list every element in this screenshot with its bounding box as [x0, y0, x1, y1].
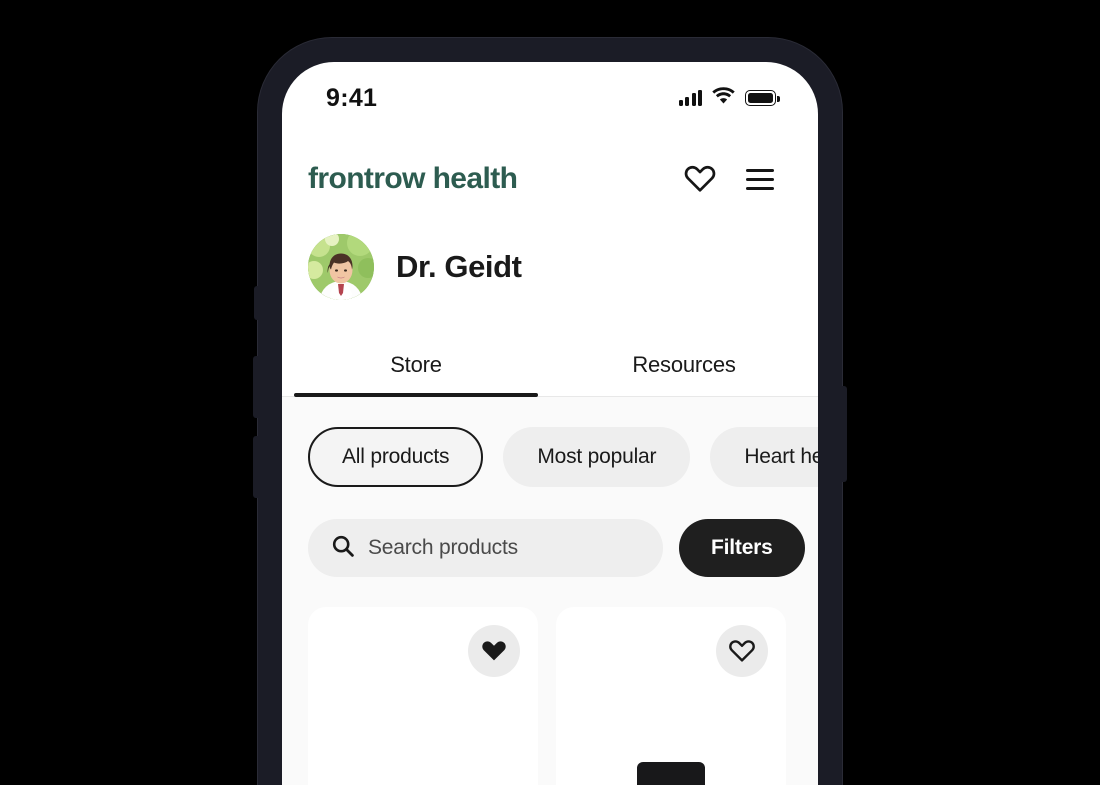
chip-heart-health[interactable]: Heart health — [710, 427, 818, 487]
tab-store[interactable]: Store — [282, 338, 550, 397]
search-row: Filters — [282, 487, 818, 577]
status-bar: 9:41 — [282, 62, 818, 120]
hamburger-menu-icon — [746, 168, 774, 190]
tab-bar: Store Resources — [282, 338, 818, 397]
search-input[interactable] — [368, 536, 639, 560]
store-content: All products Most popular Heart health — [282, 397, 818, 785]
profile-name: Dr. Geidt — [396, 249, 522, 284]
profile-row[interactable]: Dr. Geidt — [282, 196, 818, 300]
category-chip-row: All products Most popular Heart health — [282, 427, 818, 487]
silence-switch-button[interactable] — [254, 286, 260, 320]
avatar — [308, 234, 374, 300]
chip-all-products[interactable]: All products — [308, 427, 484, 487]
volume-down-button[interactable] — [253, 436, 260, 498]
product-card[interactable]: mindbodygreen sleep support+ magnesium b… — [556, 607, 786, 785]
status-bar-icons — [678, 87, 780, 109]
volume-up-button[interactable] — [253, 356, 260, 418]
product-card[interactable]: everlywell Food Sensitivity Comprehensiv… — [308, 607, 538, 785]
app-header: frontrow health — [282, 120, 818, 196]
screenshot-canvas: 9:41 frontrow health Dr. Geidt Store Res… — [0, 0, 1100, 785]
phone-device-frame: 9:41 frontrow health Dr. Geidt Store Res… — [253, 38, 847, 785]
battery-full-icon — [745, 90, 780, 106]
favorite-toggle-button[interactable] — [468, 625, 520, 677]
product-grid: everlywell Food Sensitivity Comprehensiv… — [282, 577, 818, 785]
search-box[interactable] — [308, 519, 663, 577]
header-actions — [684, 163, 774, 195]
heart-outline-icon — [729, 638, 755, 665]
supplement-bottle-image: mindbodygreen sleep support+ magnesium b… — [625, 762, 717, 785]
brand-logo: frontrow health — [308, 162, 518, 195]
heart-outline-icon — [684, 163, 716, 195]
power-button[interactable] — [840, 386, 847, 482]
chip-most-popular[interactable]: Most popular — [503, 427, 691, 487]
favorite-toggle-button[interactable] — [716, 625, 768, 677]
cellular-signal-icon — [678, 90, 702, 106]
bottle-cap — [637, 762, 705, 785]
phone-screen: 9:41 frontrow health Dr. Geidt Store Res… — [282, 62, 818, 785]
search-icon — [332, 535, 354, 562]
heart-filled-icon — [481, 638, 507, 665]
tab-resources[interactable]: Resources — [550, 338, 818, 396]
wifi-icon — [712, 87, 735, 109]
filters-button[interactable]: Filters — [679, 519, 805, 577]
product-image: mindbodygreen sleep support+ magnesium b… — [556, 762, 786, 785]
menu-button[interactable] — [746, 168, 774, 190]
favorites-button[interactable] — [684, 163, 716, 195]
status-bar-time: 9:41 — [326, 83, 378, 112]
